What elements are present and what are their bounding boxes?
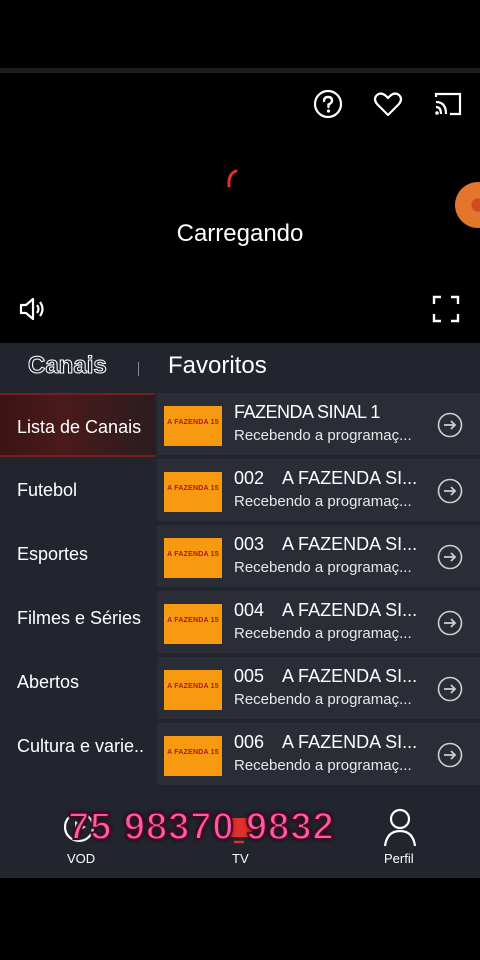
channel-title: FAZENDA SINAL 1: [234, 402, 380, 422]
loading-text: Carregando: [176, 220, 304, 247]
channel-logo: A FAZENDA 15: [164, 670, 222, 710]
heart-icon[interactable]: [372, 88, 404, 120]
channel-subtitle: Recebendo a programaç...: [234, 559, 412, 576]
sidebar-item-esportes[interactable]: Esportes: [0, 522, 155, 586]
nav-profile-label[interactable]: Perfil: [384, 851, 414, 866]
phone-number-overlay: 75 98370 9832: [67, 805, 335, 849]
volume-icon[interactable]: [16, 293, 48, 325]
channel-row[interactable]: A FAZENDA 15 004 A FAZENDA SI... Recebend…: [157, 591, 480, 653]
sidebar-item-lista-de-canais[interactable]: Lista de Canais: [0, 393, 155, 457]
cast-icon[interactable]: [432, 88, 464, 120]
sidebar-item-label: Lista de Canais: [17, 417, 142, 437]
fullscreen-icon[interactable]: [430, 293, 462, 325]
profile-icon[interactable]: [382, 806, 418, 848]
video-player[interactable]: [0, 73, 480, 343]
nav-tv-label[interactable]: TV: [232, 851, 249, 866]
tab-channels[interactable]: Canais: [28, 352, 108, 380]
arrow-right-icon[interactable]: [437, 544, 463, 570]
tab-favorites[interactable]: Favoritos: [168, 352, 267, 380]
arrow-right-icon[interactable]: [437, 742, 463, 768]
status-bar-area: [0, 0, 480, 68]
sidebar-item-label: Filmes e Séries: [17, 608, 142, 628]
channel-logo: A FAZENDA 15: [164, 604, 222, 644]
help-icon[interactable]: [312, 88, 344, 120]
channel-row[interactable]: A FAZENDA 15 002 A FAZENDA SI... Recebend…: [157, 459, 480, 521]
sidebar-item-label: Esportes: [17, 544, 89, 564]
channel-row[interactable]: A FAZENDA 15 005 A FAZENDA SI... Recebend…: [157, 657, 480, 719]
bottom-black-area: [0, 878, 480, 960]
sidebar-item-abertos[interactable]: Abertos: [0, 650, 155, 714]
tab-divider: [138, 362, 139, 376]
channel-subtitle: Recebendo a programaç...: [234, 427, 412, 444]
channel-subtitle: Recebendo a programaç...: [234, 691, 412, 708]
channel-logo: A FAZENDA 15: [164, 406, 222, 446]
channel-logo: A FAZENDA 15: [164, 538, 222, 578]
loading-spinner: [222, 168, 244, 190]
sidebar-item-filmes-e-series[interactable]: Filmes e Séries: [0, 586, 155, 650]
nav-vod-label[interactable]: VOD: [67, 851, 95, 866]
channel-title: 005 A FAZENDA SI...: [234, 666, 418, 686]
channel-subtitle: Recebendo a programaç...: [234, 493, 412, 510]
channel-subtitle: Recebendo a programaç...: [234, 757, 412, 774]
channel-title: 003 A FAZENDA SI...: [234, 534, 418, 554]
sidebar-item-label: Futebol: [17, 480, 78, 500]
sidebar-item-label: Abertos: [17, 672, 80, 692]
channel-logo: A FAZENDA 15: [164, 736, 222, 776]
channel-row[interactable]: A FAZENDA 15 FAZENDA SINAL 1 Recebendo a…: [157, 393, 480, 455]
arrow-right-icon[interactable]: [437, 610, 463, 636]
channel-title: 006 A FAZENDA SI...: [234, 732, 418, 752]
channel-logo: A FAZENDA 15: [164, 472, 222, 512]
arrow-right-icon[interactable]: [437, 412, 463, 438]
channel-title: 002 A FAZENDA SI...: [234, 468, 418, 488]
sidebar-item-label: Cultura e varie..: [17, 736, 145, 756]
channel-row[interactable]: A FAZENDA 15 003 A FAZENDA SI... Recebend…: [157, 525, 480, 587]
arrow-right-icon[interactable]: [437, 676, 463, 702]
channel-title: 004 A FAZENDA SI...: [234, 600, 418, 620]
arrow-right-icon[interactable]: [437, 478, 463, 504]
channel-subtitle: Recebendo a programaç...: [234, 625, 412, 642]
sidebar-item-cultura[interactable]: Cultura e varie..: [0, 714, 155, 778]
sidebar-item-futebol[interactable]: Futebol: [0, 458, 155, 522]
channel-row[interactable]: A FAZENDA 15 006 A FAZENDA SI... Recebend…: [157, 723, 480, 785]
